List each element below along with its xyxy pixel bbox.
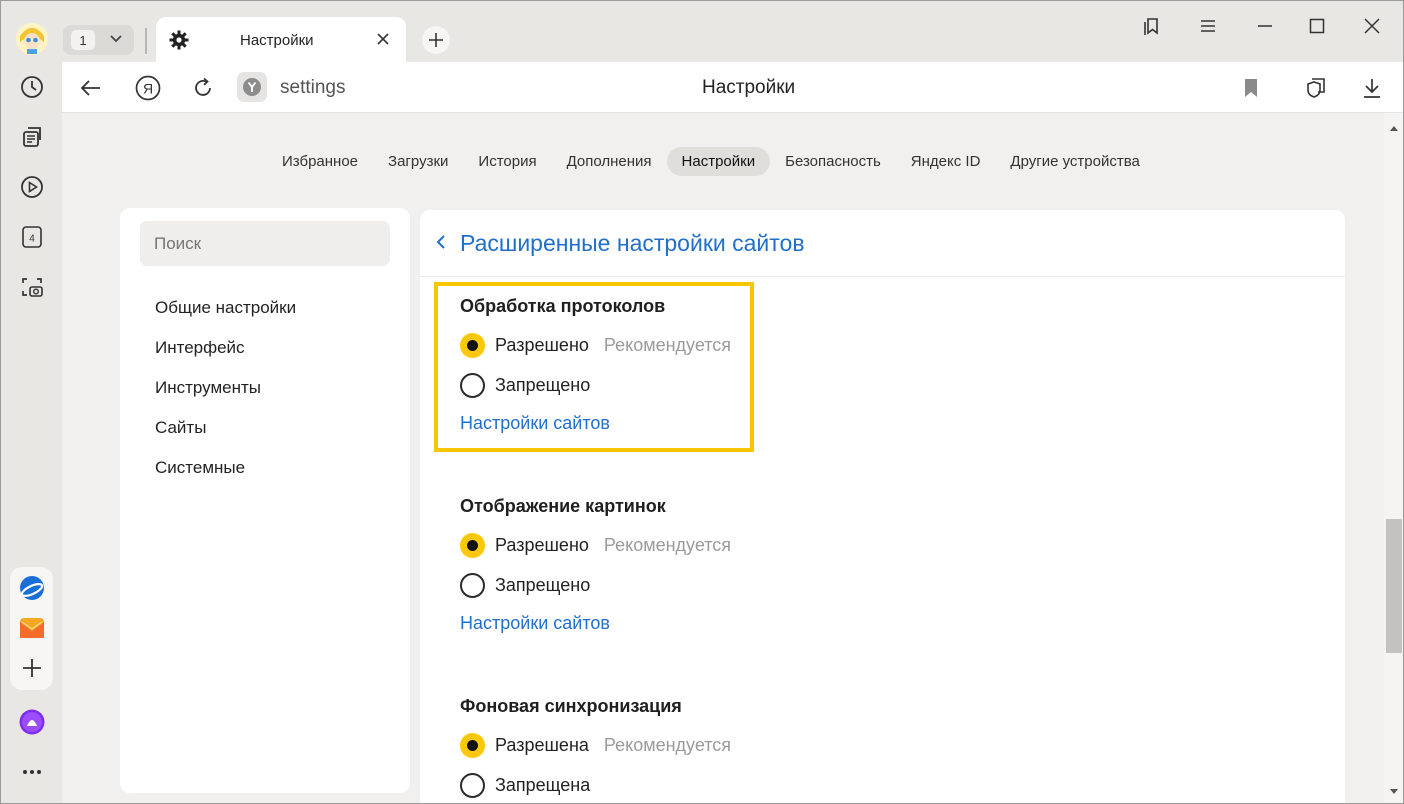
menu-item-interface[interactable]: Интерфейс (155, 338, 245, 358)
link-protocols-site-settings[interactable]: Настройки сайтов (460, 413, 610, 434)
back-arrow-icon[interactable] (77, 74, 105, 102)
radio-label: Разрешена (495, 734, 589, 755)
radio-images-allow[interactable]: Разрешено Рекомендуется (460, 532, 731, 558)
advanced-site-settings-panel: Расширенные настройки сайтов Обработка п… (420, 210, 1345, 804)
radio-protocols-deny[interactable]: Запрещено (460, 372, 590, 398)
recommended-hint: Рекомендуется (603, 334, 732, 355)
video-play-icon[interactable] (16, 171, 48, 203)
menu-item-system[interactable]: Системные (155, 458, 245, 478)
radio-label: Запрещена (495, 774, 591, 795)
radio-protocols-allow[interactable]: Разрешено Рекомендуется (460, 332, 731, 358)
nav-tab-security[interactable]: Безопасность (770, 147, 896, 176)
settings-nav-tabs: Избранное Загрузки История Дополнения На… (267, 146, 1155, 176)
radio-label: Разрешено (495, 334, 589, 355)
settings-menu-panel: Общие настройки Интерфейс Инструменты Са… (120, 208, 410, 793)
nav-tab-favorites[interactable]: Избранное (267, 147, 373, 176)
radio-label: Разрешено (495, 534, 589, 555)
search-input[interactable] (140, 221, 390, 266)
radio-images-deny[interactable]: Запрещено (460, 572, 590, 598)
nav-tab-history[interactable]: История (463, 147, 551, 176)
maximize-icon[interactable] (1304, 13, 1330, 39)
section-title-background-sync: Фоновая синхронизация (460, 696, 682, 716)
radio-button[interactable] (460, 532, 485, 558)
radio-sync-allow[interactable]: Разрешена Рекомендуется (460, 732, 731, 758)
panel-header: Расширенные настройки сайтов (420, 210, 1345, 277)
add-icon[interactable] (16, 652, 48, 684)
gear-icon (169, 30, 189, 55)
panel-title: Расширенные настройки сайтов (460, 230, 805, 256)
recommended-hint: Рекомендуется (603, 734, 732, 755)
radio-label: Запрещено (495, 374, 591, 395)
radio-button[interactable] (460, 732, 485, 758)
tab-separator (145, 28, 147, 54)
chevron-left-icon[interactable] (435, 234, 447, 255)
svg-text:Я: Я (143, 81, 153, 97)
nav-tab-downloads[interactable]: Загрузки (373, 147, 463, 176)
chevron-down-icon (109, 31, 123, 49)
collections-icon[interactable] (16, 121, 48, 153)
radio-button[interactable] (460, 772, 485, 798)
protect-icon[interactable] (1302, 74, 1330, 102)
scroll-up-arrow-icon[interactable] (1389, 119, 1399, 137)
page-scrollbar[interactable] (1384, 113, 1404, 804)
mail-icon[interactable] (16, 612, 48, 644)
radio-label: Запрещено (495, 574, 591, 595)
nav-tab-settings[interactable]: Настройки (666, 146, 771, 176)
history-icon[interactable] (16, 71, 48, 103)
tab-counter[interactable]: 1 (63, 25, 134, 55)
menu-item-tools[interactable]: Инструменты (155, 378, 261, 398)
page-title: Настройки (702, 77, 796, 98)
bookmarks-panel-icon[interactable] (1139, 13, 1165, 39)
profile-avatar[interactable] (15, 22, 49, 56)
svg-text:4: 4 (29, 234, 35, 245)
radio-button[interactable] (460, 332, 485, 358)
download-icon[interactable] (1358, 74, 1386, 102)
disk-icon[interactable] (16, 572, 48, 604)
bookmark-icon[interactable] (1237, 74, 1265, 102)
scroll-down-arrow-icon[interactable] (1389, 783, 1399, 801)
section-title-images: Отображение картинок (460, 496, 666, 516)
recommended-hint: Рекомендуется (603, 534, 732, 555)
url-field[interactable]: settings (280, 77, 345, 99)
tab-count-badge: 1 (71, 30, 95, 50)
reload-icon[interactable] (189, 74, 217, 102)
link-images-site-settings[interactable]: Настройки сайтов (460, 613, 610, 634)
scrollbar-thumb[interactable] (1386, 519, 1402, 653)
site-favicon-icon[interactable] (237, 72, 267, 102)
radio-button[interactable] (460, 372, 485, 398)
more-icon[interactable] (16, 756, 48, 788)
nav-tab-other-devices[interactable]: Другие устройства (995, 147, 1154, 176)
address-toolbar: Я settings Настройки (62, 62, 1404, 113)
yandex-logo-icon[interactable]: Я (134, 74, 162, 102)
minimize-icon[interactable] (1252, 13, 1278, 39)
menu-item-general[interactable]: Общие настройки (155, 298, 296, 318)
radio-sync-deny[interactable]: Запрещена (460, 772, 590, 798)
screenshot-icon[interactable] (16, 271, 48, 303)
close-icon[interactable] (376, 32, 390, 51)
alice-icon[interactable] (16, 706, 48, 738)
browser-sidebar: 4 (0, 0, 62, 804)
tab-settings[interactable]: Настройки (156, 17, 406, 63)
nav-tab-extensions[interactable]: Дополнения (552, 147, 667, 176)
tab-title: Настройки (240, 32, 314, 49)
plus-icon (429, 33, 443, 47)
menu-icon[interactable] (1195, 13, 1221, 39)
section-title-protocols: Обработка протоколов (460, 296, 666, 316)
new-tab-button[interactable] (422, 26, 450, 54)
menu-item-sites[interactable]: Сайты (155, 418, 206, 438)
settings-content: Избранное Загрузки История Дополнения На… (62, 113, 1384, 804)
radio-button[interactable] (460, 572, 485, 598)
window-close-icon[interactable] (1359, 13, 1385, 39)
tab-group-icon[interactable]: 4 (16, 221, 48, 253)
nav-tab-yandex-id[interactable]: Яндекс ID (896, 147, 996, 176)
